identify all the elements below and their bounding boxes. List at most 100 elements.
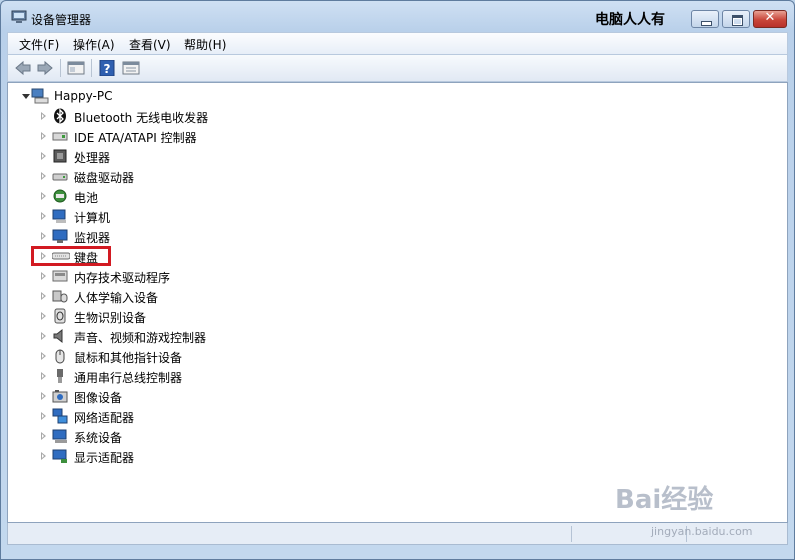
tree-item-label: 人体学输入设备 [74,291,159,305]
status-divider [571,526,572,542]
expand-arrow-icon[interactable] [41,412,46,420]
tree-item-label: 系统设备 [74,431,123,445]
disk-drive-icon [52,168,68,184]
minimize-button[interactable] [691,10,719,28]
tree-item[interactable]: 通用串行总线控制器 [8,366,308,386]
expand-arrow-icon[interactable] [41,312,46,320]
menu-bar: 文件(F) 操作(A) 查看(V) 帮助(H) [7,32,788,54]
menu-view[interactable]: 查看(V) [129,36,171,53]
overlay-title: 电脑人人有 [595,12,665,28]
expand-arrow-icon[interactable] [41,212,46,220]
tree-item-label: 图像设备 [74,391,123,405]
help-icon[interactable]: ? [98,59,116,77]
network-icon [52,408,68,424]
computer-icon [52,208,68,224]
expand-arrow-icon[interactable] [41,172,46,180]
tree-root[interactable]: Happy-PC [8,86,208,106]
tree-item[interactable]: 鼠标和其他指针设备 [8,346,308,366]
tree-item[interactable]: 网络适配器 [8,406,308,426]
tree-item[interactable]: 内存技术驱动程序 [8,266,308,286]
close-button[interactable]: ✕ [753,10,787,28]
tree-item[interactable]: 处理器 [8,146,308,166]
maximize-button[interactable] [722,10,750,28]
toolbar-separator [91,59,92,77]
expand-arrow-icon[interactable] [41,112,46,120]
system-device-icon [52,428,68,444]
tree-item-label: 显示适配器 [74,451,135,465]
tree-item-label: 通用串行总线控制器 [74,371,183,385]
root-label: Happy-PC [54,89,113,103]
tree-item-label: IDE ATA/ATAPI 控制器 [74,131,197,145]
expand-arrow-icon[interactable] [41,372,46,380]
tree-item-label: 处理器 [74,151,111,165]
tree-item[interactable]: 磁盘驱动器 [8,166,308,186]
tree-item-label: 网络适配器 [74,411,135,425]
usb-icon [52,368,68,384]
collapse-arrow-icon[interactable] [22,94,30,99]
tree-item-label: 生物识别设备 [74,311,147,325]
title-bar[interactable]: 设备管理器 电脑人人有 ✕ [1,1,794,33]
expand-arrow-icon[interactable] [41,272,46,280]
back-arrow-icon[interactable] [14,60,32,76]
battery-icon [52,188,68,204]
tree-item-label: 鼠标和其他指针设备 [74,351,183,365]
tree-item[interactable]: 图像设备 [8,386,308,406]
baidu-watermark-logo: Bai经验 [615,485,714,515]
device-manager-icon [11,10,27,24]
tree-item-label: 电池 [74,191,99,205]
close-icon: ✕ [764,10,776,25]
forward-arrow-icon[interactable] [36,60,54,76]
tree-item-label: Bluetooth 无线电收发器 [74,111,209,125]
toolbar-separator [60,59,61,77]
expand-arrow-icon[interactable] [41,392,46,400]
tree-item-label: 监视器 [74,231,111,245]
menu-file[interactable]: 文件(F) [19,36,59,53]
expand-arrow-icon[interactable] [41,152,46,160]
device-manager-window: 设备管理器 电脑人人有 ✕ 文件(F) 操作(A) 查看(V) 帮助(H) ? [0,0,795,560]
memory-icon [52,268,68,284]
tree-item[interactable]: IDE ATA/ATAPI 控制器 [8,126,308,146]
tree-item-label: 磁盘驱动器 [74,171,135,185]
toolbar: ? [7,54,788,82]
window-title: 设备管理器 [31,13,92,27]
properties-icon[interactable] [122,60,140,76]
baidu-watermark-url: jingyan.baidu.com [651,525,753,538]
tree-item[interactable]: 计算机 [8,206,308,226]
monitor-icon [52,228,68,244]
menu-action[interactable]: 操作(A) [73,36,115,53]
camera-icon [52,388,68,404]
ide-controller-icon [52,128,68,144]
svg-text:?: ? [104,62,111,76]
expand-arrow-icon[interactable] [41,232,46,240]
highlight-box [31,246,111,266]
menu-help[interactable]: 帮助(H) [184,36,226,53]
sound-icon [52,328,68,344]
tree-item[interactable]: 电池 [8,186,308,206]
computer-icon [31,88,49,104]
hid-icon [52,288,68,304]
tree-item[interactable]: 生物识别设备 [8,306,308,326]
tree-item[interactable]: Bluetooth 无线电收发器 [8,106,308,126]
tree-item[interactable]: 系统设备 [8,426,308,446]
expand-arrow-icon[interactable] [41,292,46,300]
expand-arrow-icon[interactable] [41,332,46,340]
device-tree-panel[interactable]: Happy-PC Bluetooth 无线电收发器 IDE ATA/ATAPI … [7,82,788,523]
expand-arrow-icon[interactable] [41,432,46,440]
tree-item[interactable]: 人体学输入设备 [8,286,308,306]
expand-arrow-icon[interactable] [41,132,46,140]
processor-icon [52,148,68,164]
show-hide-tree-icon[interactable] [67,60,85,76]
expand-arrow-icon[interactable] [41,352,46,360]
tree-item-label: 内存技术驱动程序 [74,271,171,285]
expand-arrow-icon[interactable] [41,452,46,460]
tree-item[interactable]: 监视器 [8,226,308,246]
biometric-icon [52,308,68,324]
mouse-icon [52,348,68,364]
display-adapter-icon [52,448,68,464]
tree-item[interactable]: 声音、视频和游戏控制器 [8,326,308,346]
expand-arrow-icon[interactable] [41,192,46,200]
tree-item-label: 声音、视频和游戏控制器 [74,331,207,345]
bluetooth-icon [52,108,68,124]
tree-item-label: 计算机 [74,211,111,225]
tree-item[interactable]: 显示适配器 [8,446,308,466]
